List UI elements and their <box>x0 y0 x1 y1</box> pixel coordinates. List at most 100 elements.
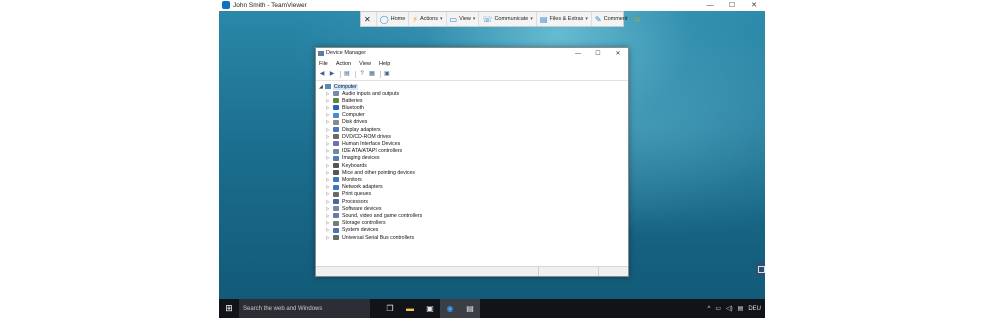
device-category-item[interactable]: ▷ Monitors <box>326 176 362 183</box>
device-category-item[interactable]: ▷ Imaging devices <box>326 155 380 162</box>
menu-action[interactable]: Action <box>336 60 351 69</box>
dm-close-button[interactable]: ✕ <box>608 48 628 60</box>
device-category-item[interactable]: ▷ Computer <box>326 112 365 119</box>
device-category-item[interactable]: ▷ Storage controllers <box>326 220 386 227</box>
expand-arrow-icon[interactable]: ▷ <box>326 91 333 97</box>
dm-toolbar: ◀ ▶ ▤ ? ▦ ▣ <box>316 69 628 81</box>
volume-icon[interactable]: ◁) <box>726 305 733 312</box>
maximize-button[interactable]: ☐ <box>721 0 743 11</box>
device-category-item[interactable]: ▷ Human Interface Devices <box>326 140 400 147</box>
device-category-icon <box>333 184 339 190</box>
start-button[interactable]: ⊞ <box>219 299 239 318</box>
store-icon[interactable]: ▣ <box>420 299 440 318</box>
chevron-down-icon: ▾ <box>440 16 443 22</box>
teamviewer-side-panel-tab[interactable] <box>756 262 765 276</box>
toolbar-actions-button[interactable]: ⚡ Actions ▾ <box>409 12 447 26</box>
notifications-icon[interactable]: ▤ <box>738 305 744 312</box>
expand-arrow-icon[interactable]: ▷ <box>326 119 333 125</box>
device-category-icon <box>333 134 339 140</box>
device-manager-taskbar-icon[interactable]: ▤ <box>460 299 480 318</box>
device-category-item[interactable]: ▷ Keyboards <box>326 162 367 169</box>
device-category-item[interactable]: ▷ Software devices <box>326 205 382 212</box>
device-category-item[interactable]: ▷ IDE ATA/ATAPI controllers <box>326 148 402 155</box>
dm-maximize-button[interactable]: ☐ <box>588 48 608 60</box>
taskbar-search[interactable]: Search the web and Windows <box>239 299 370 318</box>
device-category-item[interactable]: ▷ Processors <box>326 198 368 205</box>
device-category-item[interactable]: ▷ Batteries <box>326 97 362 104</box>
monitor-icon[interactable]: ▣ <box>383 71 391 78</box>
expand-arrow-icon[interactable]: ▷ <box>326 235 333 241</box>
toolbar-communicate-button[interactable]: ☏ Communicate ▾ <box>479 12 537 26</box>
expand-arrow-icon[interactable]: ▷ <box>326 112 333 118</box>
device-category-item[interactable]: ▷ Sound, video and game controllers <box>326 212 422 219</box>
expand-arrow-icon[interactable]: ▷ <box>326 98 333 104</box>
monitor-icon: ▭ <box>449 14 458 24</box>
device-category-label: Bluetooth <box>342 104 364 111</box>
toolbar-home-button[interactable]: ◯ Home <box>377 12 410 26</box>
window-title: John Smith - TeamViewer <box>233 2 307 9</box>
expand-arrow-icon[interactable]: ▷ <box>326 177 333 183</box>
device-category-label: Disk drives <box>342 119 368 126</box>
expand-arrow-icon[interactable]: ▷ <box>326 199 333 205</box>
expand-arrow-icon[interactable]: ▷ <box>326 213 333 219</box>
expand-arrow-icon[interactable]: ▷ <box>326 206 333 212</box>
back-icon[interactable]: ◀ <box>318 71 326 78</box>
menu-view[interactable]: View <box>359 60 371 69</box>
properties-icon[interactable]: ▤ <box>343 71 351 78</box>
expand-arrow-icon[interactable]: ▷ <box>326 170 333 176</box>
expand-arrow-icon[interactable]: ▷ <box>326 163 333 169</box>
menu-file[interactable]: File <box>319 60 328 69</box>
forward-icon[interactable]: ▶ <box>328 71 336 78</box>
expand-arrow-icon[interactable]: ▷ <box>326 155 333 161</box>
language-indicator[interactable]: DEU <box>748 306 761 312</box>
device-category-item[interactable]: ▷ Network adapters <box>326 184 383 191</box>
expand-arrow-icon[interactable]: ▷ <box>326 141 333 147</box>
teamviewer-taskbar-icon[interactable]: ◉ <box>440 299 460 318</box>
device-category-item[interactable]: ▷ Display adapters <box>326 126 381 133</box>
expand-arrow-icon[interactable]: ▷ <box>326 127 333 133</box>
tray-chevron-icon[interactable]: ^ <box>708 306 711 312</box>
file-explorer-icon[interactable]: ▬ <box>400 299 420 318</box>
task-view-icon[interactable]: ❐ <box>380 299 400 318</box>
smiley-icon: ☺ <box>633 14 642 24</box>
device-category-item[interactable]: ▷ Disk drives <box>326 119 367 126</box>
device-category-item[interactable]: ▷ Universal Serial Bus controllers <box>326 234 414 241</box>
device-category-item[interactable]: ▷ DVD/CD-ROM drives <box>326 133 391 140</box>
expand-arrow-icon[interactable]: ▷ <box>326 191 333 197</box>
menu-help[interactable]: Help <box>379 60 390 69</box>
help-icon[interactable]: ? <box>358 71 366 78</box>
close-window-button[interactable]: ✕ <box>743 0 765 11</box>
toolbar-comment-button[interactable]: ✎ Comment <box>592 12 631 26</box>
expand-arrow-icon[interactable]: ▷ <box>326 227 333 233</box>
device-category-label: Batteries <box>342 97 363 104</box>
device-category-item[interactable]: ▷ Audio inputs and outputs <box>326 90 399 97</box>
device-category-item[interactable]: ▷ Print queues <box>326 191 371 198</box>
windows-icon: ⊞ <box>225 303 233 313</box>
expand-arrow-icon[interactable]: ▷ <box>326 148 333 154</box>
toolbar-label: View <box>459 16 471 22</box>
tree-root[interactable]: ◢ Computer <box>319 83 358 90</box>
dm-minimize-button[interactable]: — <box>568 48 588 60</box>
expand-arrow-icon[interactable]: ▷ <box>326 105 333 111</box>
chevron-down-icon: ▾ <box>585 16 588 22</box>
toolbar-label: Communicate <box>494 16 529 22</box>
device-category-label: Print queues <box>342 191 372 198</box>
device-category-label: Imaging devices <box>342 155 380 162</box>
expand-arrow-icon[interactable]: ▷ <box>326 184 333 190</box>
expand-arrow-icon[interactable]: ▷ <box>326 220 333 226</box>
device-category-item[interactable]: ▷ System devices <box>326 227 378 234</box>
chevron-down-icon: ▾ <box>530 16 533 22</box>
minimize-button[interactable]: — <box>699 0 721 11</box>
close-session-button[interactable]: ✕ <box>361 12 377 26</box>
device-category-item[interactable]: ▷ Bluetooth <box>326 104 364 111</box>
device-category-item[interactable]: ▷ Mice and other pointing devices <box>326 169 415 176</box>
toolbar-files-extras-button[interactable]: ▤ Files & Extras ▾ <box>537 12 592 26</box>
feedback-button[interactable]: ☺ <box>630 12 646 26</box>
expand-arrow-icon[interactable]: ▷ <box>326 134 333 140</box>
update-icon[interactable]: ▦ <box>368 71 376 78</box>
toolbar-view-button[interactable]: ▭ View ▾ <box>447 12 480 26</box>
device-category-icon <box>333 98 339 104</box>
battery-icon[interactable]: ▭ <box>715 305 721 312</box>
device-category-icon <box>333 155 339 161</box>
device-category-label: Display adapters <box>342 126 381 133</box>
